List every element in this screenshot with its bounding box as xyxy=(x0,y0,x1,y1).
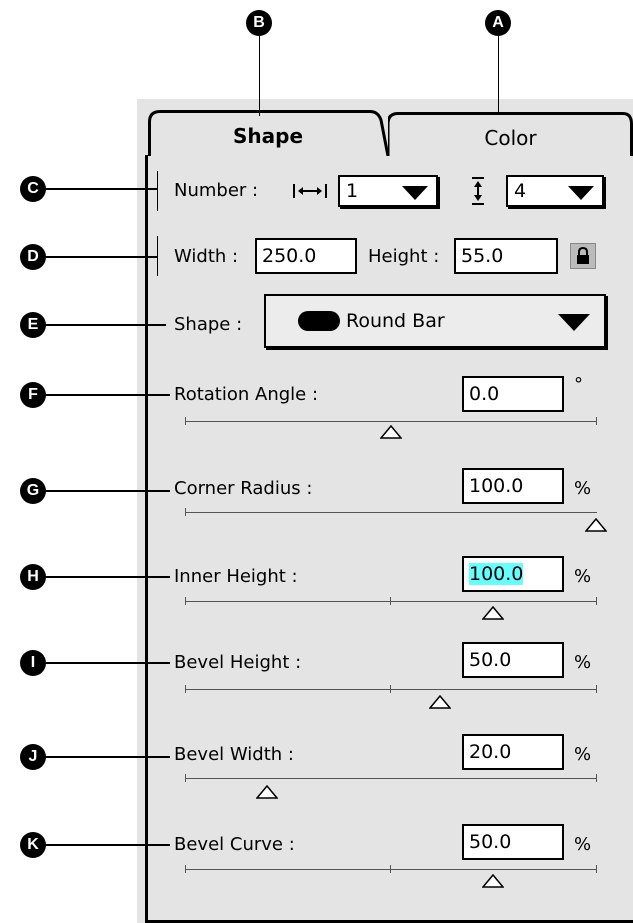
slider-tick xyxy=(185,685,186,693)
rotation-angle-field[interactable]: 0.0 xyxy=(462,376,564,412)
slider-tick xyxy=(185,865,186,873)
height-label: Height : xyxy=(368,246,440,267)
degree-unit: ° xyxy=(574,374,583,395)
horizontal-count-dropdown[interactable]: 1 xyxy=(338,175,438,207)
callout-d: D xyxy=(20,244,46,270)
corner-radius-slider[interactable] xyxy=(185,512,597,513)
vertical-count-value: 4 xyxy=(514,180,527,202)
slider-tick xyxy=(596,597,597,605)
shape-label: Shape : xyxy=(174,314,243,335)
inner-height-slider[interactable] xyxy=(185,601,597,602)
callout-g-leader xyxy=(46,490,170,492)
slider-tick xyxy=(596,774,597,782)
callout-c-bracket xyxy=(157,171,158,211)
bevel-curve-slider[interactable] xyxy=(185,869,597,870)
slider-label: Rotation Angle : xyxy=(174,384,319,405)
lock-button[interactable] xyxy=(570,243,596,269)
height-field[interactable]: 55.0 xyxy=(454,238,558,274)
shape-panel xyxy=(145,155,633,923)
slider-tick xyxy=(596,865,597,873)
slider-label: Bevel Curve : xyxy=(174,834,295,855)
slider-thumb[interactable] xyxy=(482,606,505,620)
bevel-width-field[interactable]: 20.0 xyxy=(462,734,564,770)
shape-selected: Round Bar xyxy=(346,310,445,332)
corner-radius-field[interactable]: 100.0 xyxy=(462,468,564,504)
slider-tick xyxy=(596,417,597,425)
shape-dropdown[interactable]: Round Bar xyxy=(264,294,606,348)
callout-i-leader xyxy=(46,662,170,664)
slider-tick xyxy=(185,508,186,516)
callout-j: J xyxy=(20,744,46,770)
percent-unit: % xyxy=(574,652,592,673)
inner-height-value: 100.0 xyxy=(469,563,524,585)
callout-f: F xyxy=(20,382,46,408)
lock-icon xyxy=(577,247,589,264)
slider-tick xyxy=(596,685,597,693)
slider-tick xyxy=(390,865,391,873)
width-field[interactable]: 250.0 xyxy=(255,238,357,274)
slider-tick xyxy=(390,597,391,605)
chevron-down-icon xyxy=(558,314,590,331)
bevel-height-field[interactable]: 50.0 xyxy=(462,642,564,678)
horizontal-count-value: 1 xyxy=(346,180,359,202)
slider-tick xyxy=(185,774,186,782)
slider-label: Bevel Width : xyxy=(174,744,294,765)
callout-b-leader xyxy=(259,36,260,116)
callout-j-leader xyxy=(46,756,170,758)
callout-e: E xyxy=(20,312,46,338)
slider-label: Bevel Height : xyxy=(174,652,302,673)
width-label: Width : xyxy=(174,246,239,267)
slider-tick xyxy=(185,417,186,425)
tab-color-label: Color xyxy=(484,126,537,150)
bevel-height-slider[interactable] xyxy=(185,689,597,690)
number-label: Number : xyxy=(174,180,259,201)
callout-i: I xyxy=(20,650,46,676)
bevel-curve-field[interactable]: 50.0 xyxy=(462,824,564,860)
callout-h: H xyxy=(20,564,46,590)
callout-h-leader xyxy=(46,576,170,578)
horizontal-arrow-icon xyxy=(293,184,327,198)
slider-thumb[interactable] xyxy=(428,695,451,709)
callout-b: B xyxy=(246,10,272,36)
tab-shape-label: Shape xyxy=(232,124,304,148)
callout-a-leader xyxy=(498,36,499,114)
slider-thumb[interactable] xyxy=(482,874,505,888)
slider-thumb[interactable] xyxy=(585,518,607,532)
slider-thumb[interactable] xyxy=(256,785,279,799)
callout-d-bracket xyxy=(157,236,158,276)
tab-shape[interactable]: Shape xyxy=(148,110,388,156)
round-bar-icon xyxy=(298,311,340,331)
callout-e-leader xyxy=(46,324,166,326)
chevron-down-icon xyxy=(402,186,428,200)
callout-k-leader xyxy=(46,844,170,846)
callout-g: G xyxy=(20,478,46,504)
tab-color[interactable]: Color xyxy=(388,112,633,156)
slider-tick xyxy=(185,597,186,605)
percent-unit: % xyxy=(574,744,592,765)
callout-d-leader xyxy=(46,256,158,258)
callout-f-leader xyxy=(46,394,170,396)
slider-tick xyxy=(390,685,391,693)
slider-label: Inner Height : xyxy=(174,566,298,587)
inner-height-field[interactable]: 100.0 xyxy=(462,556,564,592)
percent-unit: % xyxy=(574,566,592,587)
vertical-count-dropdown[interactable]: 4 xyxy=(506,175,604,207)
percent-unit: % xyxy=(574,478,592,499)
percent-unit: % xyxy=(574,834,592,855)
slider-thumb[interactable] xyxy=(379,425,402,439)
chevron-down-icon xyxy=(568,186,594,200)
callout-c: C xyxy=(20,176,46,202)
callout-a: A xyxy=(485,10,511,36)
callout-k: K xyxy=(20,832,46,858)
rotation-angle-slider[interactable] xyxy=(185,421,597,422)
bevel-width-slider[interactable] xyxy=(185,778,597,779)
slider-label: Corner Radius : xyxy=(174,478,313,499)
callout-c-leader xyxy=(46,188,158,190)
vertical-arrow-icon xyxy=(472,177,484,205)
